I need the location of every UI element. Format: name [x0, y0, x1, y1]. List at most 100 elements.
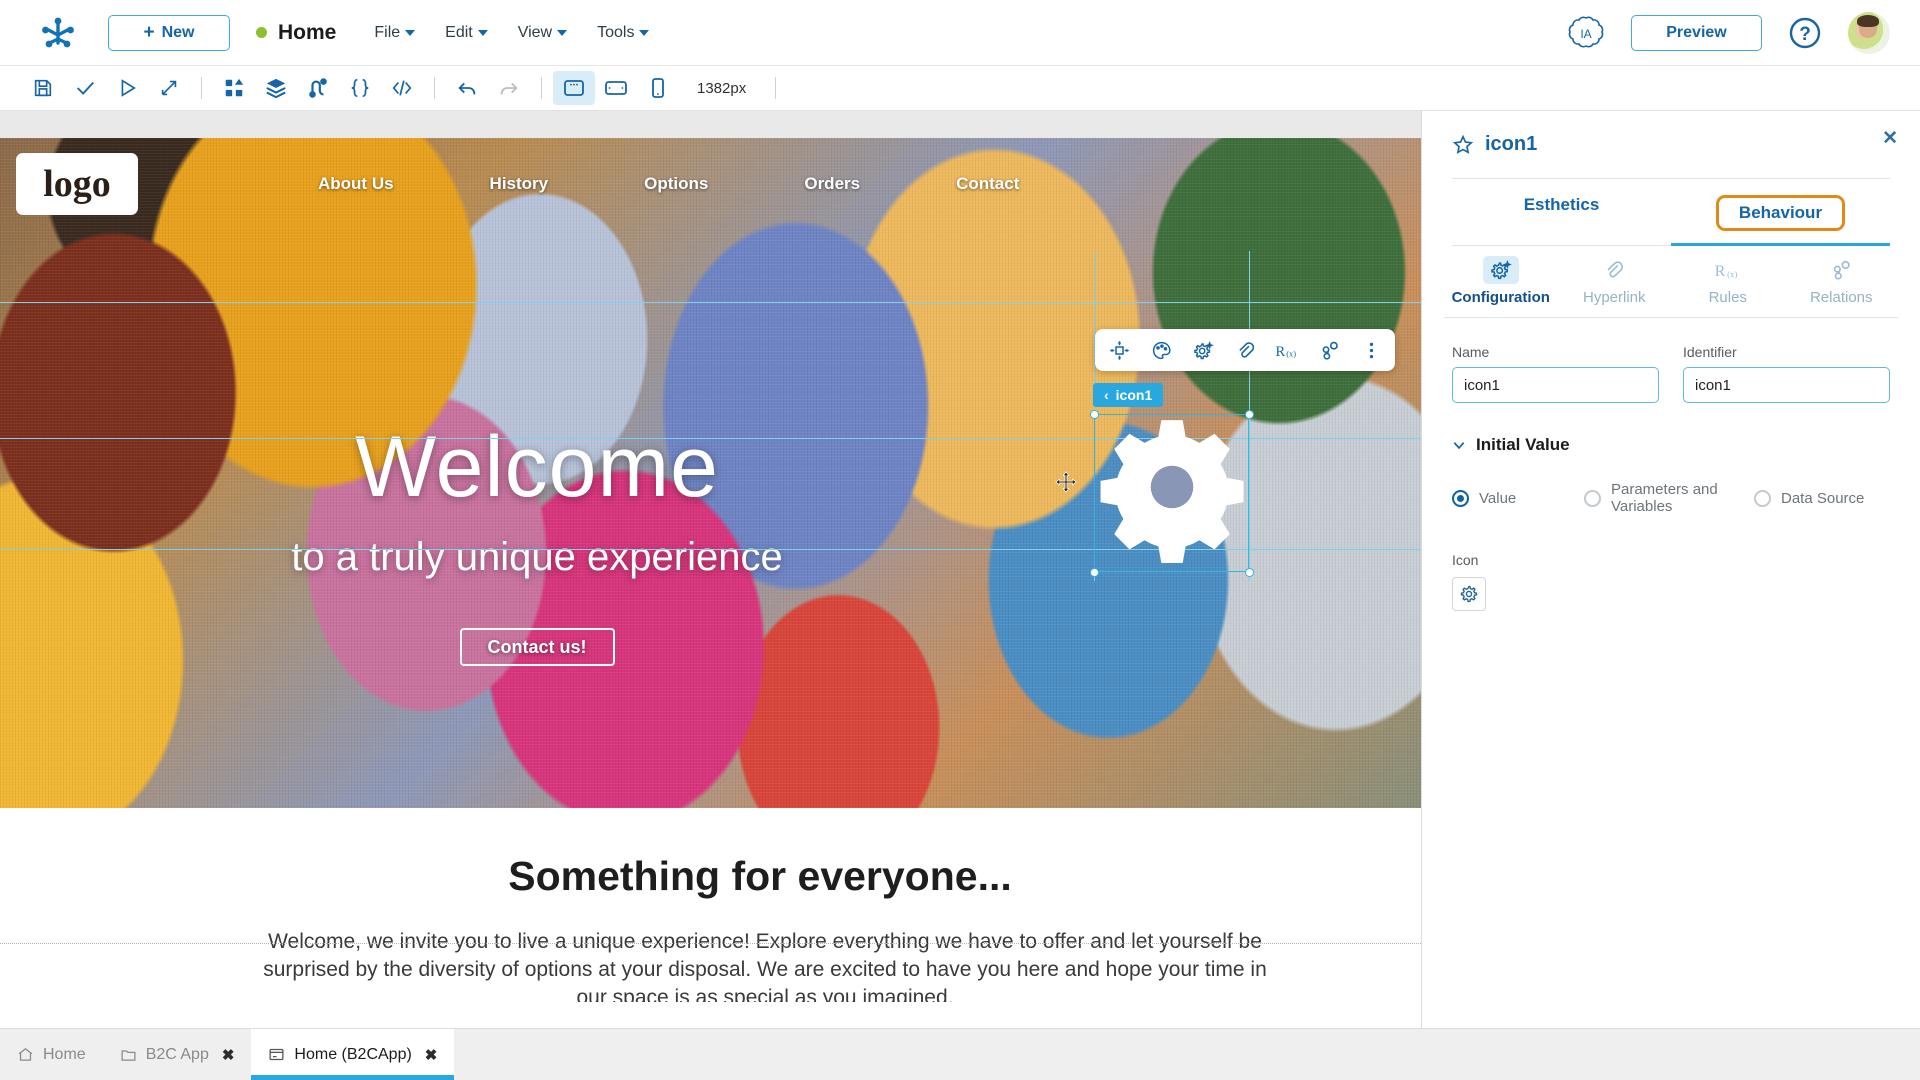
star-icon[interactable]	[1452, 134, 1474, 156]
svg-text:R: R	[1715, 263, 1726, 280]
subtab-rules[interactable]: R (x) Rules	[1671, 246, 1785, 317]
more-options-icon[interactable]	[1351, 332, 1391, 368]
viewport-width-label: 1382px	[697, 79, 747, 97]
menu-view[interactable]: View	[517, 23, 568, 42]
alignment-guide	[0, 302, 1421, 303]
screen-icon	[269, 1048, 284, 1061]
new-button-label: New	[161, 23, 195, 41]
app-root: + New Home File Edit View Tools IA Previ…	[0, 0, 1920, 1080]
tab-esthetics-label: Esthetics	[1523, 195, 1600, 214]
relations-icon[interactable]	[1309, 332, 1349, 368]
feature-card: Something for everyone...	[210, 823, 1310, 943]
hero-content: Welcome to a truly unique experience Con…	[0, 138, 1074, 666]
svg-text:(x): (x)	[1286, 349, 1296, 358]
subtab-configuration[interactable]: Configuration	[1444, 246, 1558, 317]
top-bar: + New Home File Edit View Tools IA Previ…	[0, 0, 1920, 66]
resize-handle[interactable]	[1090, 568, 1099, 577]
layout-guide-line	[0, 943, 1421, 944]
menu-tools[interactable]: Tools	[597, 24, 650, 42]
icon-label: Icon	[1452, 551, 1479, 568]
identifier-field-group: Identifier	[1683, 344, 1890, 403]
icon-picker-button[interactable]	[1452, 576, 1486, 611]
rules-icon[interactable]: R (x)	[1267, 332, 1307, 368]
palette-icon[interactable]	[1141, 332, 1181, 368]
svg-text:?: ?	[1799, 24, 1811, 45]
preview-button[interactable]: Preview	[1631, 14, 1762, 51]
svg-text:(x): (x)	[1727, 269, 1737, 279]
relations-icon	[1785, 255, 1899, 285]
radio-value-label: Value	[1479, 489, 1517, 507]
doc-tab-home-b2capp-label: Home (B2CApp)	[294, 1045, 412, 1063]
layers-icon[interactable]	[255, 71, 297, 105]
name-input[interactable]	[1452, 367, 1659, 403]
doc-tab-home-b2capp-close-icon[interactable]: ✖	[425, 1046, 438, 1064]
svg-text:R: R	[1276, 343, 1286, 359]
selection-badge[interactable]: ‹ icon1	[1093, 383, 1164, 407]
doc-tab-b2c-app-label: B2C App	[145, 1045, 209, 1063]
save-icon[interactable]	[22, 71, 64, 105]
tablet-view-icon[interactable]	[595, 71, 637, 105]
redo-icon[interactable]	[488, 71, 530, 105]
app-logo-icon[interactable]	[30, 13, 86, 53]
variables-icon[interactable]	[297, 71, 339, 105]
toolbar-divider	[775, 77, 777, 99]
check-icon[interactable]	[64, 71, 106, 105]
tab-behaviour[interactable]: Behaviour	[1671, 179, 1890, 246]
element-float-toolbar[interactable]: R (x)	[1095, 329, 1395, 371]
components-icon[interactable]	[213, 71, 255, 105]
radio-data-source[interactable]: Data Source	[1754, 490, 1864, 507]
radio-value[interactable]: Value	[1452, 490, 1574, 507]
hyperlink-icon[interactable]	[1225, 332, 1265, 368]
run-icon[interactable]	[106, 71, 148, 105]
mobile-view-icon[interactable]	[637, 71, 679, 105]
move-icon[interactable]	[1099, 332, 1139, 368]
menu-view-label: View	[517, 23, 553, 41]
document-title: Home	[278, 20, 337, 44]
configuration-icon[interactable]	[1183, 332, 1223, 368]
radio-parameters-indicator	[1584, 489, 1601, 507]
folder-icon	[121, 1050, 136, 1061]
name-field-group: Name	[1452, 344, 1659, 403]
menu-file[interactable]: File	[374, 23, 416, 42]
export-icon[interactable]	[148, 71, 190, 105]
toolbar-divider	[434, 77, 435, 99]
braces-icon[interactable]	[339, 71, 381, 105]
subtab-relations[interactable]: Relations	[1785, 246, 1899, 317]
subtab-hyperlink[interactable]: Hyperlink	[1558, 246, 1672, 317]
chevron-down-icon	[477, 29, 488, 36]
radio-data-source-indicator	[1754, 489, 1771, 507]
icon-field-group: Icon	[1422, 516, 1920, 611]
status-dot-icon	[256, 27, 267, 38]
tab-esthetics[interactable]: Esthetics	[1452, 179, 1671, 245]
doc-tab-b2c-app[interactable]: B2C App ✖	[103, 1029, 252, 1080]
name-label: Name	[1452, 344, 1490, 360]
desktop-view-icon[interactable]	[553, 71, 595, 105]
doc-tab-b2c-app-close-icon[interactable]: ✖	[222, 1046, 235, 1064]
doc-tab-home[interactable]: Home	[0, 1029, 103, 1080]
chevron-down-icon	[639, 29, 650, 36]
radio-value-indicator	[1452, 489, 1469, 507]
resize-handle[interactable]	[1245, 410, 1254, 419]
ia-assistant-icon[interactable]: IA	[1567, 14, 1605, 52]
panel-element-name: icon1	[1485, 133, 1538, 155]
close-icon[interactable]: ✕	[1882, 127, 1898, 150]
new-button[interactable]: + New	[108, 14, 230, 51]
help-icon[interactable]: ?	[1788, 16, 1822, 50]
resize-handle[interactable]	[1090, 410, 1099, 419]
hero-cta-button[interactable]: Contact us!	[459, 628, 615, 666]
menu-edit[interactable]: Edit	[445, 24, 488, 42]
undo-icon[interactable]	[446, 71, 488, 105]
menu-file-label: File	[374, 23, 401, 41]
identifier-input[interactable]	[1683, 367, 1890, 403]
plus-icon: +	[143, 22, 155, 43]
doc-tab-home-b2capp[interactable]: Home (B2CApp) ✖	[251, 1029, 455, 1080]
design-canvas[interactable]: logo About Us History Options Orders Con…	[0, 111, 1421, 1002]
radio-parameters-and-variables[interactable]: Parameters and Variables	[1584, 481, 1744, 516]
user-avatar[interactable]	[1848, 11, 1890, 54]
panel-subtabs: Configuration Hyperlink R (x) Rules Rela…	[1444, 246, 1898, 318]
initial-value-section-header[interactable]: Initial Value	[1422, 403, 1920, 455]
code-icon[interactable]	[381, 71, 423, 105]
gear-icon	[1460, 585, 1478, 602]
menu-bar: File Edit View Tools	[374, 23, 650, 42]
resize-handle[interactable]	[1245, 568, 1254, 577]
